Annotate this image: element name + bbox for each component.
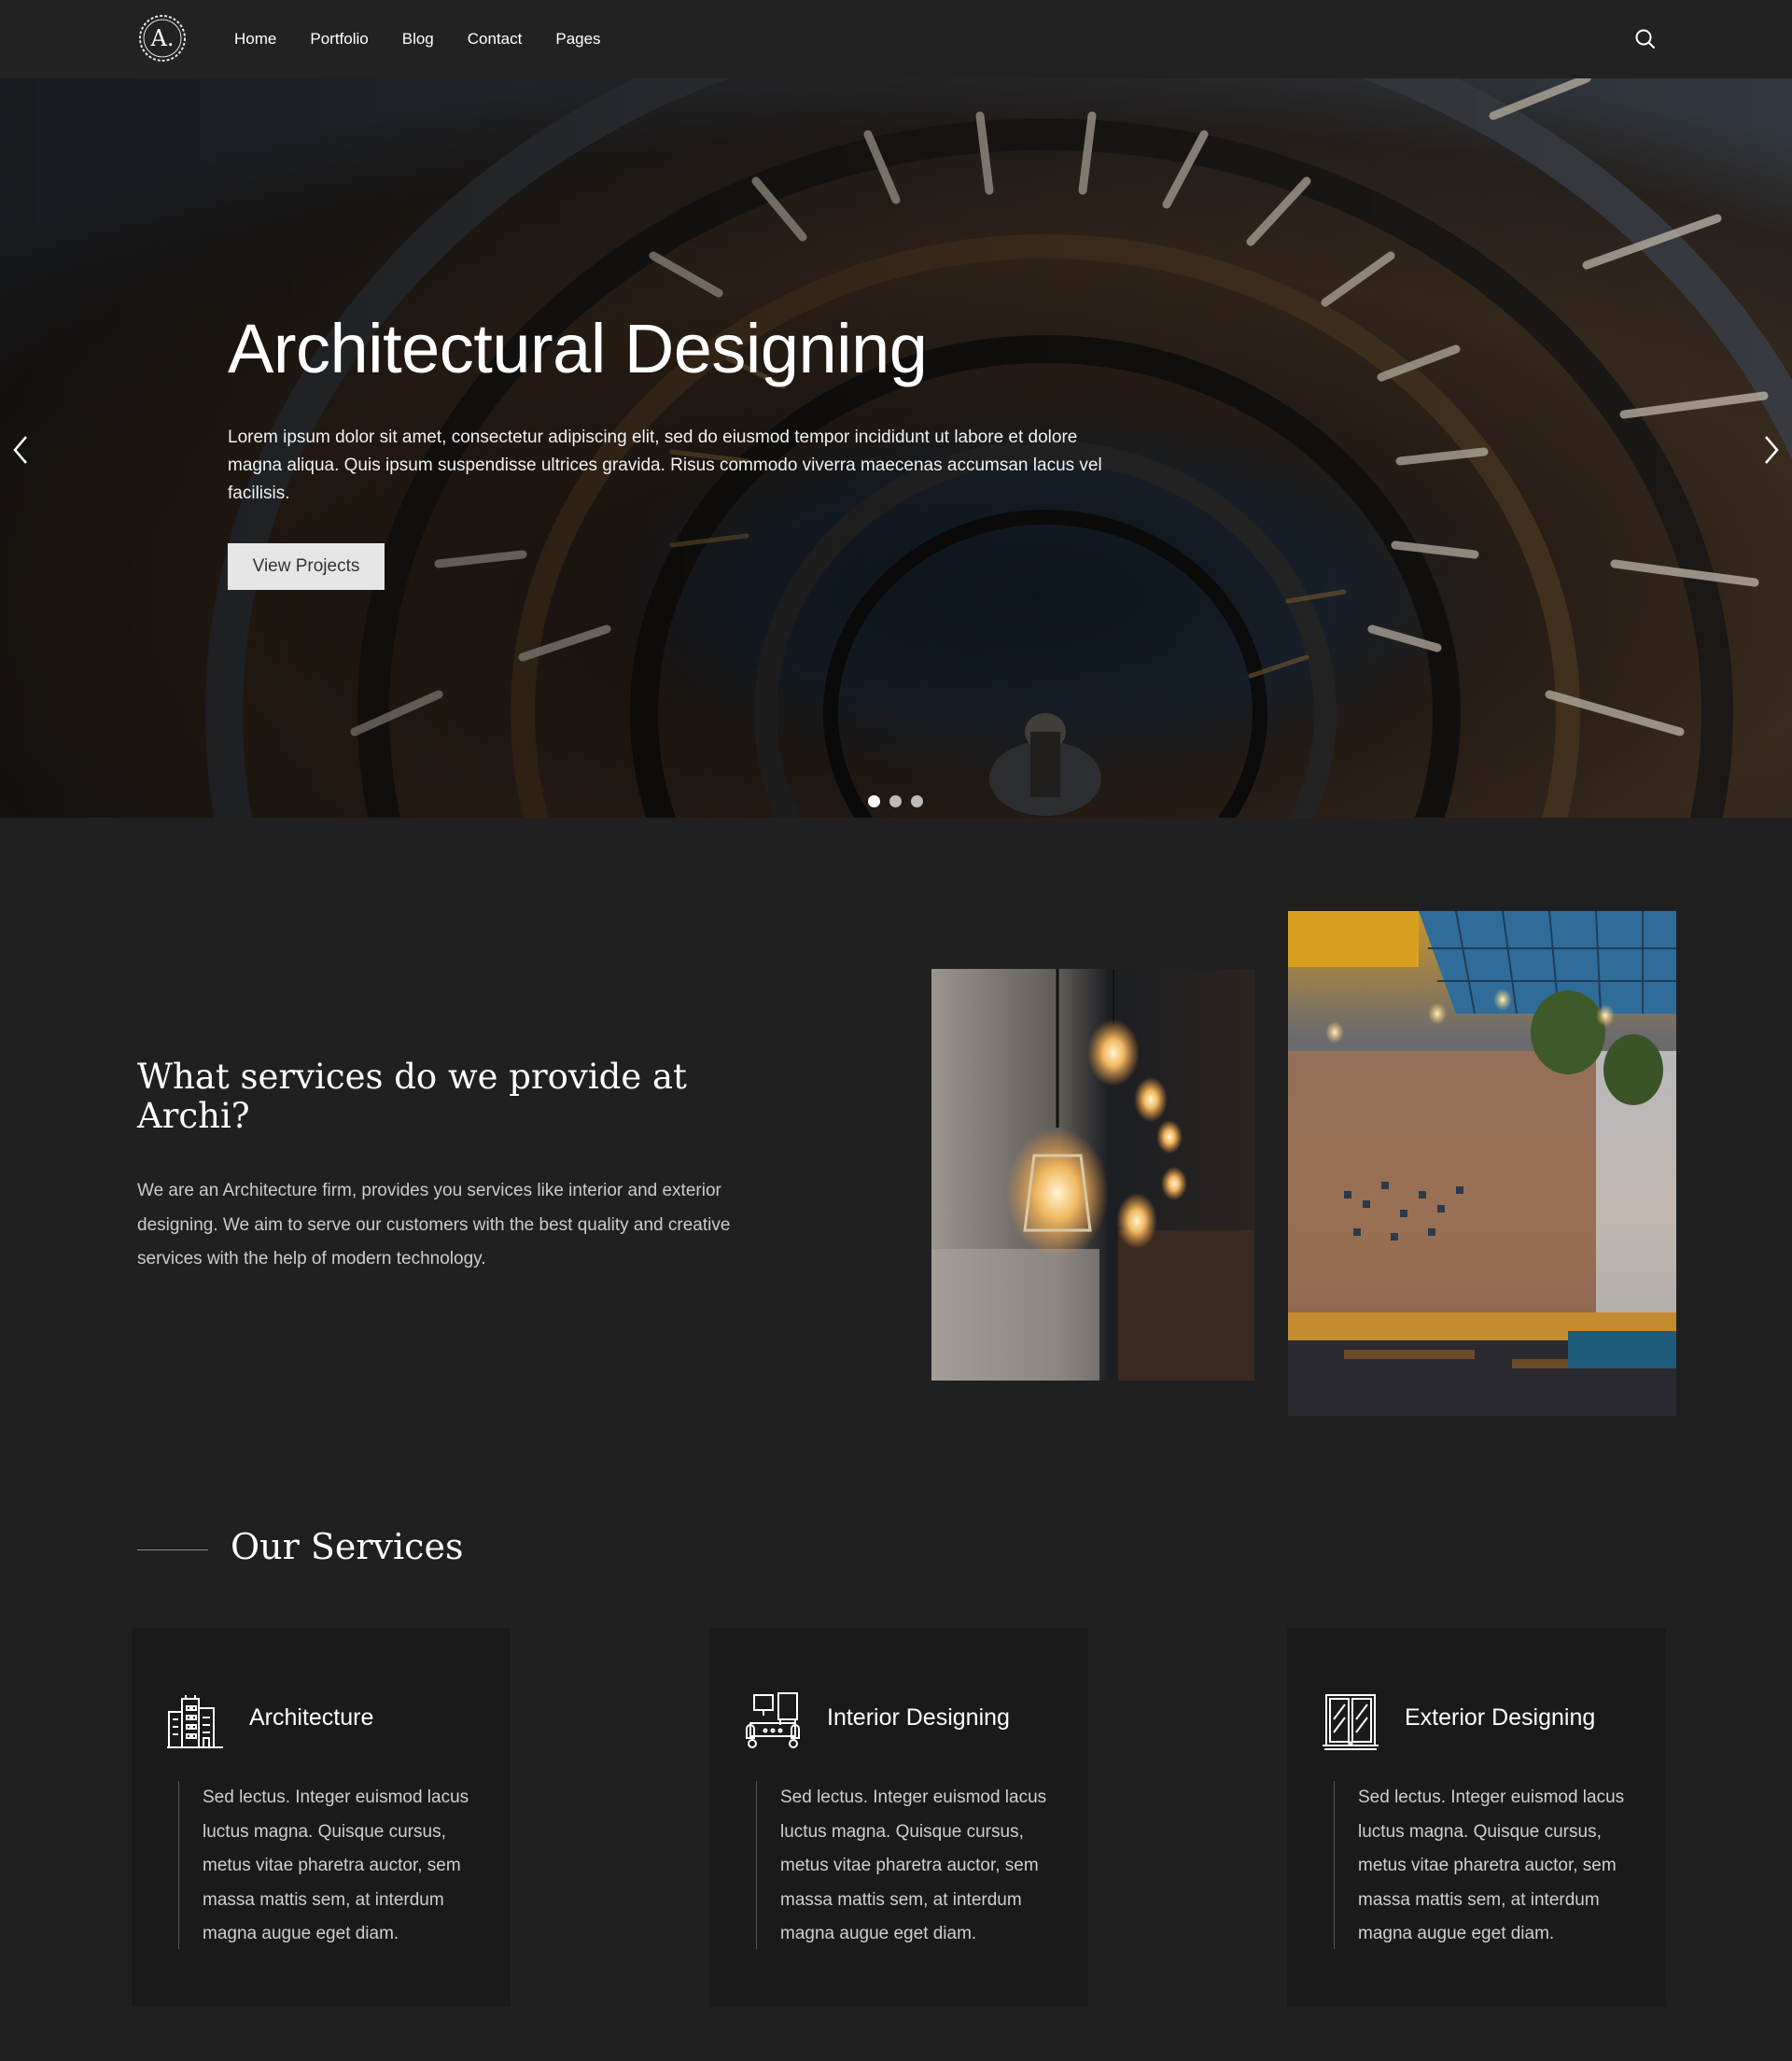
nav-home[interactable]: Home <box>234 30 276 49</box>
slider-dots <box>868 795 932 807</box>
service-card-architecture[interactable]: Architecture Sed lectus. Integer euismod… <box>132 1628 511 2007</box>
main-nav: Home Portfolio Blog Contact Pages <box>217 0 618 78</box>
services-title-rule <box>137 1549 208 1550</box>
sofa-icon <box>743 1691 803 1751</box>
pendant-lamps-photo <box>931 969 1254 1381</box>
hero-title: Architectural Designing <box>228 310 928 387</box>
about-text: We are an Architecture firm, provides yo… <box>137 1181 731 1269</box>
slider-prev-arrow[interactable] <box>7 431 35 469</box>
service-title: Architecture <box>249 1704 374 1731</box>
slider-dot-1[interactable] <box>868 795 880 807</box>
card-accent-line <box>1334 1781 1335 1949</box>
logo-text: A. <box>150 25 175 51</box>
service-card-interior[interactable]: Interior Designing Sed lectus. Integer e… <box>709 1628 1088 2007</box>
about-title: What services do we provide at Archi? <box>137 1057 687 1136</box>
chevron-right-icon <box>1765 436 1779 464</box>
search-icon[interactable] <box>1633 27 1658 51</box>
restaurant-interior-photo <box>1288 911 1676 1416</box>
nav-contact[interactable]: Contact <box>468 30 523 49</box>
slider-next-arrow[interactable] <box>1757 431 1785 469</box>
slider-dot-2[interactable] <box>889 795 902 807</box>
nav-portfolio[interactable]: Portfolio <box>310 30 368 49</box>
site-header: A. Home Portfolio Blog Contact Pages <box>0 0 1792 78</box>
window-icon <box>1321 1691 1380 1751</box>
nav-pages[interactable]: Pages <box>555 30 600 49</box>
hero-slider: Architectural Designing Lorem ipsum dolo… <box>0 78 1792 818</box>
slider-dot-3[interactable] <box>911 795 923 807</box>
card-accent-line <box>756 1781 757 1949</box>
building-icon <box>165 1691 225 1751</box>
service-title: Interior Designing <box>827 1704 1010 1731</box>
chevron-left-icon <box>13 436 27 464</box>
nav-blog[interactable]: Blog <box>402 30 434 49</box>
service-text: Sed lectus. Integer euismod lacus luctus… <box>203 1788 469 1943</box>
service-text: Sed lectus. Integer euismod lacus luctus… <box>780 1788 1047 1943</box>
hero-text: Lorem ipsum dolor sit amet, consectetur … <box>228 428 1102 503</box>
service-card-exterior[interactable]: Exterior Designing Sed lectus. Integer e… <box>1287 1628 1666 2007</box>
services-title: Our Services <box>231 1526 464 1567</box>
view-projects-button[interactable]: View Projects <box>228 543 385 590</box>
service-text: Sed lectus. Integer euismod lacus luctus… <box>1358 1788 1625 1943</box>
logo[interactable]: A. <box>136 12 189 64</box>
service-title: Exterior Designing <box>1405 1704 1596 1731</box>
card-accent-line <box>178 1781 179 1949</box>
